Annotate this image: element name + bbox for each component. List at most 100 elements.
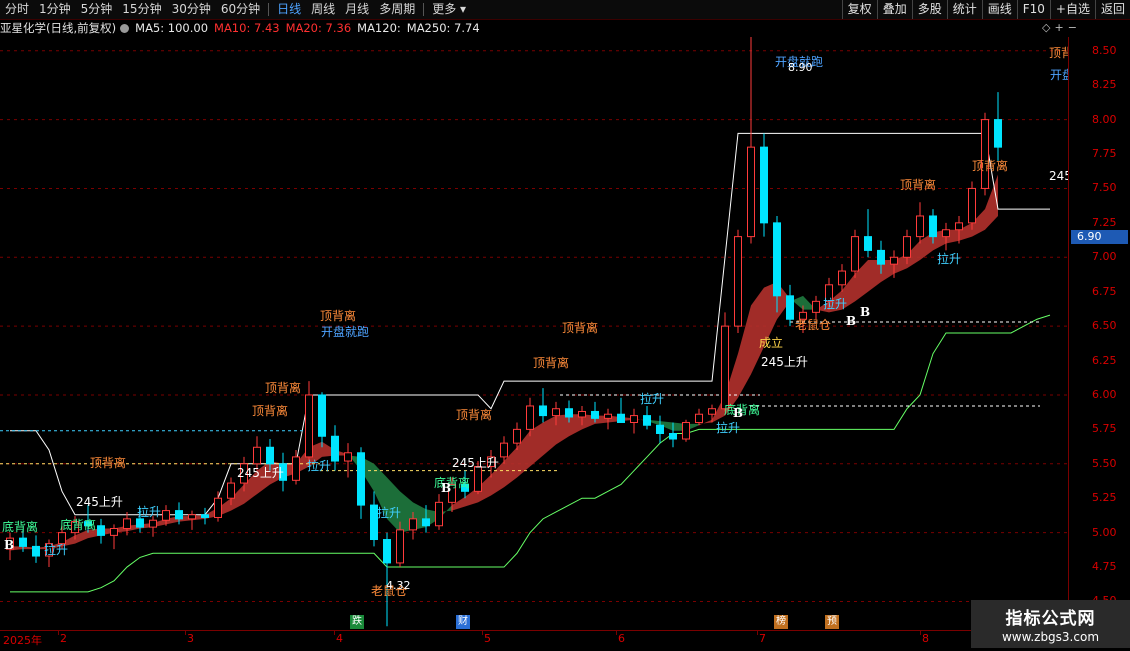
pull-up-label: 拉升 (640, 391, 664, 406)
date-tick (757, 631, 758, 635)
date-tick (482, 631, 483, 635)
pull-up-label: 拉升 (937, 251, 961, 266)
candle-body (903, 236, 911, 258)
candle-body (916, 215, 924, 238)
bottom-divergence-label: 底背离 (2, 519, 38, 534)
toolbar-divider (423, 3, 425, 16)
price-tick-label: 8.00 (1092, 112, 1117, 126)
candle-body (578, 410, 586, 418)
rise-245-label: 245上升 (452, 456, 499, 470)
period-tab[interactable]: 分时 (0, 0, 34, 19)
month-label: 6 (618, 632, 625, 645)
price-tick-label: 5.25 (1092, 491, 1117, 505)
candle-body (214, 497, 222, 518)
date-tick (334, 631, 335, 635)
established-label: 成立 (759, 335, 783, 350)
toolbar-button[interactable]: 返回 (1094, 0, 1130, 19)
plus-icon[interactable]: + (1054, 21, 1063, 34)
candle-body (383, 539, 391, 564)
top-divergence-label: 顶背离 (265, 380, 301, 395)
bottom-divergence-label: 底背离 (60, 517, 96, 532)
old-rat-label: 老鼠仓 (795, 318, 831, 332)
period-tab[interactable]: 30分钟 (167, 0, 216, 19)
candle-body (19, 537, 27, 547)
period-tab[interactable]: 5分钟 (76, 0, 118, 19)
candle-body (526, 405, 534, 430)
candle-body (760, 146, 768, 224)
minus-icon[interactable]: − (1068, 21, 1077, 34)
candle-body (669, 433, 677, 440)
rise-245-label: 245上升 (1049, 169, 1068, 183)
top-divergence-label: 顶背离 (252, 403, 288, 418)
ma-ribbon-segment (868, 260, 881, 292)
toolbar-button[interactable]: 统计 (946, 0, 982, 19)
buy-signal-label: B (846, 314, 856, 328)
price-tick-label: 6.75 (1092, 284, 1117, 298)
toolbar-button[interactable]: 叠加 (876, 0, 912, 19)
buy-signal-label: B (733, 406, 743, 420)
indicator-info-bar: 亚星化学(日线,前复权) MA5: 100.00 MA10: 7.43 MA20… (0, 20, 486, 36)
candle-body (266, 446, 274, 465)
period-tab[interactable]: 多周期 (374, 0, 420, 19)
settings-icon[interactable] (120, 23, 130, 33)
period-tab[interactable]: 日线 (272, 0, 306, 19)
diamond-icon[interactable]: ◇ (1042, 21, 1050, 34)
period-tab[interactable]: 月线 (340, 0, 374, 19)
candle-body (851, 236, 859, 272)
event-marker[interactable]: 财 (456, 615, 470, 629)
site-watermark: 指标公式网 www.zbgs3.com (971, 600, 1130, 648)
top-divergence-label: 顶背离 (900, 177, 936, 192)
stock-title[interactable]: 亚星化学(日线,前复权) (0, 20, 116, 36)
period-tab[interactable]: 1分钟 (34, 0, 76, 19)
top-divergence-label: 顶背离 (1049, 45, 1068, 60)
toolbar-button[interactable]: 画线 (981, 0, 1017, 19)
bottom-divergence-label: 底背离 (434, 475, 470, 490)
candle-body (292, 456, 300, 481)
price-tick-label: 7.25 (1092, 215, 1117, 229)
candle-body (513, 428, 521, 444)
price-tick-label: 8.25 (1092, 78, 1117, 92)
candle-body (435, 501, 443, 527)
period-tab[interactable]: 60分钟 (216, 0, 265, 19)
candle-body (773, 222, 781, 297)
candle-body (58, 532, 66, 545)
candle-body (409, 518, 417, 531)
pull-up-label: 拉升 (307, 458, 331, 473)
period-tab[interactable]: 15分钟 (117, 0, 166, 19)
ma5-value: MA5: 100.00 (135, 21, 209, 35)
price-tick-label: 5.00 (1092, 525, 1117, 539)
candle-body (188, 514, 196, 520)
candle-body (97, 525, 105, 536)
month-label: 5 (484, 632, 491, 645)
candle-body (253, 446, 261, 465)
event-marker[interactable]: 榜 (774, 615, 788, 629)
top-divergence-label: 顶背离 (320, 308, 356, 323)
candle-body (890, 256, 898, 265)
date-tick (58, 631, 59, 635)
period-tab[interactable]: 周线 (306, 0, 340, 19)
watermark-title: 指标公式网 (1005, 609, 1096, 629)
pull-up-label: 拉升 (716, 420, 740, 435)
price-tick-label: 5.75 (1092, 422, 1117, 436)
right-toolbar: 复权 叠加 多股 统计 画线 F10 +自选 返回 (841, 0, 1130, 19)
low-price-label: 4.32 (386, 579, 411, 592)
candle-body (747, 146, 755, 238)
toolbar-button[interactable]: 复权 (841, 0, 877, 19)
price-tick-label: 7.00 (1092, 250, 1117, 264)
date-tick (920, 631, 921, 635)
toolbar-button[interactable]: 多股 (911, 0, 947, 19)
year-label: 2025年 (3, 634, 42, 647)
candle-body (136, 518, 144, 528)
period-tabs: 分时 1分钟 5分钟 15分钟 30分钟 60分钟 日线 周线 月线 多周期 更多 ▾ (0, 0, 471, 19)
candle-body (630, 415, 638, 423)
period-tab[interactable]: 更多 ▾ (427, 0, 471, 19)
candle-body (955, 222, 963, 231)
month-label: 4 (336, 632, 343, 645)
event-marker[interactable]: 跌 (350, 615, 364, 629)
candle-body (565, 408, 573, 418)
toolbar-button[interactable]: F10 (1016, 0, 1050, 19)
event-marker[interactable]: 预 (825, 615, 839, 629)
kline-chart[interactable]: 顶背离顶背离顶背离顶背离顶背离顶背离顶背离顶背离顶背离顶背离底背离底背离底背离底… (0, 37, 1068, 629)
toolbar-button[interactable]: +自选 (1049, 0, 1095, 19)
candle-body (929, 215, 937, 238)
